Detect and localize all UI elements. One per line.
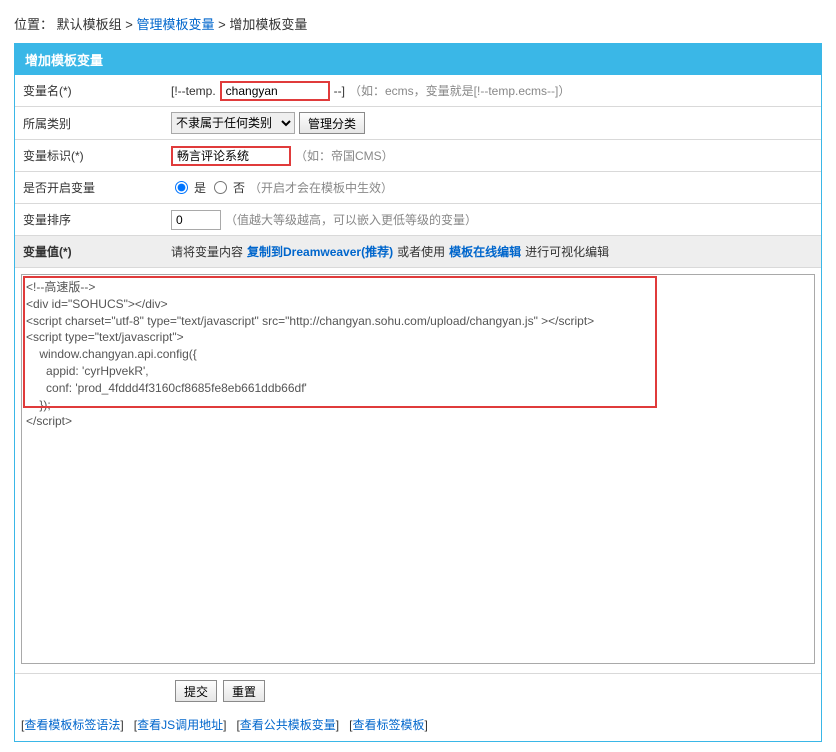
row-var-name: 变量名(*) [!--temp. --] （如：ecms，变量就是[!--tem… [15, 75, 821, 107]
var-mark-input[interactable] [171, 146, 291, 166]
breadcrumb-group: 默认模板组 [57, 17, 122, 32]
submit-row: 提交 重置 [15, 674, 821, 708]
label-var-name: 变量名(*) [21, 82, 171, 99]
footer-links: [查看模板标签语法] [查看JS调用地址] [查看公共模板变量] [查看标签模板… [15, 708, 821, 741]
label-var-mark: 变量标识(*) [21, 147, 171, 164]
link-tag-template[interactable]: 查看标签模板 [353, 718, 425, 732]
category-select[interactable]: 不隶属于任何类别 [171, 112, 295, 134]
row-order: 变量排序 （值越大等级越高，可以嵌入更低等级的变量） [15, 204, 821, 236]
varname-prefix: [!--temp. [171, 84, 216, 98]
breadcrumb: 位置： 默认模板组 > 管理模板变量 > 增加模板变量 [14, 10, 822, 43]
order-hint: （值越大等级越高，可以嵌入更低等级的变量） [225, 211, 477, 228]
varname-suffix: --] [334, 84, 345, 98]
breadcrumb-label: 位置： [14, 17, 53, 32]
link-copy-dreamweaver[interactable]: 复制到Dreamweaver(推荐) [247, 243, 393, 260]
order-input[interactable] [171, 210, 221, 230]
manage-category-button[interactable]: 管理分类 [299, 112, 365, 134]
link-public-vars[interactable]: 查看公共模板变量 [240, 718, 336, 732]
label-var-value: 变量值(*) [21, 243, 171, 260]
enable-hint: （开启才会在模板中生效） [249, 179, 393, 196]
reset-button[interactable]: 重置 [223, 680, 265, 702]
enable-yes-label: 是 [194, 179, 206, 196]
submit-button[interactable]: 提交 [175, 680, 217, 702]
page-title: 增加模板变量 [15, 44, 821, 75]
varmark-hint: （如：帝国CMS） [295, 147, 394, 164]
row-var-mark: 变量标识(*) （如：帝国CMS） [15, 140, 821, 172]
main-form-frame: 增加模板变量 变量名(*) [!--temp. --] （如：ecms，变量就是… [14, 43, 822, 742]
var-name-input[interactable] [220, 81, 330, 101]
label-enable: 是否开启变量 [21, 179, 171, 196]
link-tag-syntax[interactable]: 查看模板标签语法 [24, 718, 120, 732]
label-order: 变量排序 [21, 211, 171, 228]
var-value-textarea[interactable] [21, 274, 815, 664]
enable-yes-radio[interactable] [175, 181, 188, 194]
textarea-container [15, 268, 821, 674]
breadcrumb-link-manage[interactable]: 管理模板变量 [137, 17, 215, 32]
link-online-edit[interactable]: 模板在线编辑 [449, 243, 521, 260]
row-enable: 是否开启变量 是 否 （开启才会在模板中生效） [15, 172, 821, 204]
enable-no-label: 否 [233, 179, 245, 196]
row-category: 所属类别 不隶属于任何类别 管理分类 [15, 107, 821, 140]
row-var-value-header: 变量值(*) 请将变量内容复制到Dreamweaver(推荐)或者使用模板在线编… [15, 236, 821, 268]
breadcrumb-current: 增加模板变量 [229, 17, 307, 32]
varname-hint: （如：ecms，变量就是[!--temp.ecms--]） [349, 82, 570, 99]
label-category: 所属类别 [21, 115, 171, 132]
enable-no-radio[interactable] [214, 181, 227, 194]
link-js-url[interactable]: 查看JS调用地址 [137, 718, 223, 732]
